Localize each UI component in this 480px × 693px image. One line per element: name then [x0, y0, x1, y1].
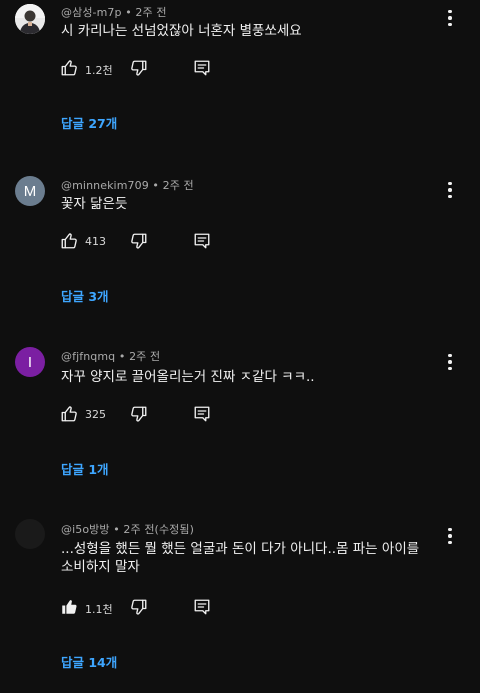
view-replies-link[interactable]: 답글 1개	[61, 459, 109, 478]
comment-author[interactable]: @i5o방방	[61, 523, 110, 536]
comment-icon	[193, 405, 211, 427]
reply-button[interactable]	[193, 59, 211, 81]
thumbs-up-icon	[60, 598, 78, 620]
like-count: 325	[85, 408, 106, 421]
dislike-button[interactable]	[130, 598, 148, 620]
thumbs-down-icon	[130, 232, 148, 254]
reply-button[interactable]	[193, 405, 211, 427]
more-vert-icon[interactable]	[441, 351, 459, 373]
meta-separator: •	[121, 6, 136, 19]
like-count: 1.2천	[85, 64, 113, 77]
comment-text-line: 자꾸 양지로 끌어올리는거 진짜 ㅈ같다 ㅋㅋ..	[61, 369, 315, 385]
menu-dot	[448, 22, 452, 27]
menu-dot	[448, 9, 452, 14]
more-vert-icon[interactable]	[441, 525, 459, 547]
meta-separator: •	[109, 523, 124, 536]
comment-actions: 1.1천	[60, 598, 260, 620]
menu-dot	[448, 194, 452, 199]
avatar[interactable]: M	[15, 176, 45, 206]
comment-time: 2주 전(수정됨)	[123, 523, 194, 536]
like-button[interactable]: 413	[60, 232, 106, 254]
like-count: 1.1천	[85, 603, 113, 616]
comment-author[interactable]: @삼성-m7p	[61, 6, 122, 19]
comment-text: ...성형을 했든 뭘 했든 얼굴과 돈이 다가 아니다..몸 파는 아이를소비…	[61, 540, 441, 576]
comment-actions: 413	[60, 232, 260, 254]
menu-dot	[448, 366, 452, 371]
avatar-letter: I	[27, 353, 33, 371]
comment-text-line: ...성형을 했든 뭘 했든 얼굴과 돈이 다가 아니다..몸 파는 아이를	[61, 541, 420, 557]
menu-dot	[448, 527, 452, 532]
thumbs-up-icon	[60, 59, 78, 81]
like-button[interactable]: 325	[60, 405, 106, 427]
comment-text-line: 꽃자 닮은듯	[61, 196, 128, 212]
like-button[interactable]: 1.1천	[60, 598, 113, 620]
comment-icon	[193, 59, 211, 81]
comment-author[interactable]: @fjfnqmq	[61, 350, 115, 363]
comment-actions: 1.2천	[60, 59, 260, 81]
view-replies-link[interactable]: 답글 27개	[61, 113, 117, 132]
comment-icon	[193, 232, 211, 254]
comment-text: 시 카리나는 선넘었잖아 너혼자 별풍쏘세요	[61, 22, 441, 40]
meta-separator: •	[115, 350, 130, 363]
thumbs-up-icon	[60, 405, 78, 427]
comment-meta: @i5o방방 • 2주 전(수정됨)	[61, 521, 194, 537]
dislike-button[interactable]	[130, 59, 148, 81]
comment-actions: 325	[60, 405, 260, 427]
comment-time: 2주 전	[162, 179, 194, 192]
reply-button[interactable]	[193, 598, 211, 620]
comment-text-line: 소비하지 말자	[61, 559, 140, 575]
menu-dot	[448, 360, 452, 364]
more-vert-icon[interactable]	[441, 7, 459, 29]
menu-dot	[448, 540, 452, 545]
menu-dot	[448, 353, 452, 358]
comment-time: 2주 전	[135, 6, 167, 19]
dislike-button[interactable]	[130, 405, 148, 427]
thumbs-up-icon	[60, 232, 78, 254]
menu-dot	[448, 181, 452, 186]
view-replies-link[interactable]: 답글 14개	[61, 652, 117, 671]
reply-button[interactable]	[193, 232, 211, 254]
avatar-letter: M	[23, 182, 37, 200]
avatar[interactable]	[15, 519, 45, 549]
thumbs-down-icon	[130, 59, 148, 81]
comment-text: 자꾸 양지로 끌어올리는거 진짜 ㅈ같다 ㅋㅋ..	[61, 368, 441, 386]
more-vert-icon[interactable]	[441, 179, 459, 201]
menu-dot	[448, 188, 452, 192]
comment-meta: @fjfnqmq • 2주 전	[61, 348, 160, 364]
avatar[interactable]	[15, 4, 45, 34]
like-count: 413	[85, 235, 106, 248]
comment-meta: @minnekim709 • 2주 전	[61, 177, 194, 193]
comment-time: 2주 전	[129, 350, 161, 363]
thumbs-down-icon	[130, 405, 148, 427]
meta-separator: •	[148, 179, 163, 192]
comments-section: @삼성-m7p • 2주 전시 카리나는 선넘었잖아 너혼자 별풍쏘세요 1.2천…	[0, 0, 480, 693]
comment-meta: @삼성-m7p • 2주 전	[61, 4, 167, 20]
comment-text-line: 시 카리나는 선넘었잖아 너혼자 별풍쏘세요	[61, 23, 302, 39]
like-button[interactable]: 1.2천	[60, 59, 113, 81]
thumbs-down-icon	[130, 598, 148, 620]
view-replies-link[interactable]: 답글 3개	[61, 286, 109, 305]
comment-icon	[193, 598, 211, 620]
menu-dot	[448, 16, 452, 20]
comment-text: 꽃자 닮은듯	[61, 195, 441, 213]
comment-author[interactable]: @minnekim709	[61, 179, 149, 192]
menu-dot	[448, 534, 452, 538]
avatar[interactable]: I	[15, 347, 45, 377]
dislike-button[interactable]	[130, 232, 148, 254]
